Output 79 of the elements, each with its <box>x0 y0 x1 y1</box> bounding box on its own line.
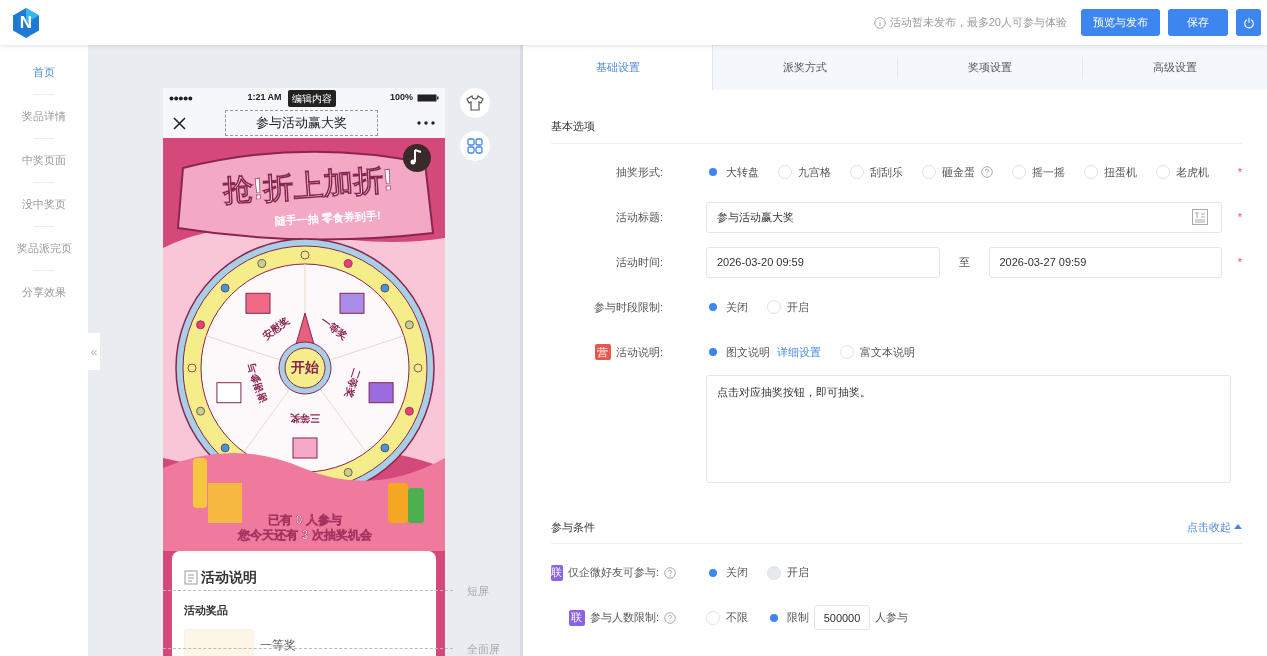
radio-option[interactable]: 摇一摇 <box>1012 163 1065 181</box>
radio-option[interactable]: 关闭 <box>706 564 748 581</box>
prize-label: 谢谢参与 <box>246 362 269 405</box>
field-label: 活动时间: <box>615 254 663 270</box>
grid-icon <box>467 138 483 154</box>
theme-button[interactable] <box>460 88 490 118</box>
section-title: 基本选项 <box>551 119 595 134</box>
radio-option[interactable]: 开启 <box>767 298 809 316</box>
radio-option[interactable]: 老虎机 <box>1156 163 1209 181</box>
field-label: 活动说明: <box>615 344 663 360</box>
field-label: 活动标题: <box>615 209 663 225</box>
prize-label: 安慰奖 <box>260 314 291 341</box>
required-mark: * <box>1236 164 1242 180</box>
section-title: 参与条件 <box>551 519 595 535</box>
screen-size-label: 短屏 <box>467 584 489 599</box>
radio-option[interactable]: 扭蛋机 <box>1084 163 1137 181</box>
prize-label: 二等奖 <box>342 367 363 400</box>
radio-option[interactable]: 限制 <box>767 609 809 626</box>
field-label: 抽奖形式: <box>615 164 663 180</box>
radio-option[interactable]: 刮刮乐 <box>850 163 903 181</box>
battery-icon <box>417 94 439 102</box>
radio-option[interactable]: 图文说明 <box>706 343 770 361</box>
tab[interactable]: 派奖方式 <box>713 45 897 90</box>
tab[interactable]: 奖项设置 <box>898 45 1082 90</box>
date-input[interactable]: 2026-03-20 09:59 <box>706 246 940 278</box>
prize-label: 一等奖 <box>319 314 350 341</box>
preview-publish-button[interactable]: 预览与发布 <box>1081 9 1160 36</box>
settings-link[interactable]: 详细设置 <box>777 343 821 361</box>
info-icon <box>873 16 886 29</box>
tag-badge: 营 <box>594 344 611 360</box>
logo: N <box>10 6 42 39</box>
power-button[interactable] <box>1236 9 1261 36</box>
card-subheading: 活动奖品 <box>184 603 229 618</box>
tab[interactable]: 基础设置 <box>523 45 713 90</box>
card-heading: 活动说明 <box>201 568 257 587</box>
title-input[interactable]: 参与活动赢大奖 <box>706 201 1222 233</box>
page-title[interactable]: 参与活动赢大奖 <box>225 110 378 136</box>
radio-option[interactable]: 九宫格 <box>778 163 831 181</box>
description-textarea[interactable]: 点击对应抽奖按钮，即可抽奖。 <box>706 374 1231 483</box>
prize-thumbnail <box>184 628 254 656</box>
participation-text: 您今天还有 3 次抽奖机会 <box>238 529 372 543</box>
radio-option[interactable]: 大转盘 <box>706 163 759 181</box>
date-input[interactable]: 2026-03-27 09:59 <box>988 246 1222 278</box>
edit-content-tag[interactable]: 编辑内容 <box>287 89 336 107</box>
radio-option[interactable]: 富文本说明 <box>840 343 915 361</box>
field-label: 参与时段限制: <box>593 299 663 315</box>
save-button[interactable]: 保存 <box>1168 9 1228 36</box>
battery-percent: 100% <box>389 91 413 105</box>
signal-icon <box>169 95 193 101</box>
layout-button[interactable] <box>460 131 490 161</box>
sidebar-item[interactable]: 首页 <box>0 51 88 94</box>
required-mark: * <box>1236 209 1242 225</box>
shirt-icon <box>466 95 484 111</box>
screen-size-label: 全面屏 <box>467 642 500 656</box>
status-time: 1:21 AM <box>247 91 282 105</box>
required-mark: * <box>1236 254 1242 270</box>
field-label: 仅企微好友可参与: <box>567 565 659 581</box>
document-icon <box>184 570 198 585</box>
prize-name: 一等奖 <box>260 638 296 652</box>
prize-label: 三等奖 <box>290 412 320 424</box>
participation-text: 已有 0 人参与 <box>268 514 342 528</box>
poster-headline: 抢!折上加折! <box>222 162 394 208</box>
field-label: 参与人数限制: <box>589 610 659 626</box>
notice-text: 活动暂未发布，最多20人可参与体验 <box>889 15 1067 31</box>
radio-option[interactable]: 关闭 <box>706 298 748 316</box>
poster-subline: 随手一抽 零食券到手! <box>274 209 382 227</box>
caret-icon <box>1234 524 1242 530</box>
power-icon <box>1242 16 1255 29</box>
radio-option[interactable]: 砸金蛋 <box>922 163 993 181</box>
tag-badge: 联 <box>551 564 563 581</box>
collapse-link[interactable]: 点击收起 <box>1187 518 1242 535</box>
radio-option[interactable]: 不限 <box>706 609 748 626</box>
more-icon[interactable] <box>417 121 435 125</box>
tab[interactable]: 高级设置 <box>1083 45 1267 90</box>
field-text: 至 <box>958 254 970 270</box>
number-input[interactable]: 500000 <box>814 605 870 630</box>
field-text: 人参与 <box>875 610 908 626</box>
close-icon[interactable] <box>173 116 186 130</box>
tag-badge: 联 <box>568 609 585 626</box>
